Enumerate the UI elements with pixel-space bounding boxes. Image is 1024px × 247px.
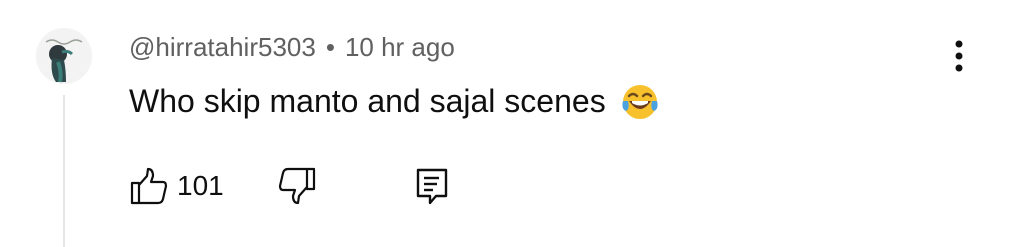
- reply-comment-icon: [416, 168, 448, 205]
- comment-timestamp: 10 hr ago: [344, 31, 455, 62]
- reply-button[interactable]: [413, 166, 453, 206]
- dislike-button[interactable]: [277, 166, 317, 206]
- thread-line: [63, 95, 65, 247]
- avatar-image: [36, 28, 92, 84]
- thumbs-down-icon: [278, 167, 316, 205]
- comment-meta: @hirratahir5303 • 10 hr ago: [129, 30, 455, 64]
- comment-item: @hirratahir5303 • 10 hr ago Who skip man…: [0, 0, 1024, 247]
- like-count: 101: [177, 170, 224, 201]
- author-handle[interactable]: @hirratahir5303: [129, 32, 316, 63]
- avatar[interactable]: [36, 28, 92, 84]
- like-button[interactable]: 101: [129, 166, 224, 206]
- thumbs-up-icon: [130, 167, 168, 205]
- comment-body: Who skip manto and sajal scenes: [129, 82, 606, 119]
- more-actions-button[interactable]: [944, 36, 974, 76]
- comment-text: Who skip manto and sajal scenes: [129, 79, 660, 123]
- meta-separator: •: [325, 31, 335, 62]
- face-with-tears-of-joy-icon: [622, 85, 658, 119]
- vertical-ellipsis-icon: [955, 40, 963, 72]
